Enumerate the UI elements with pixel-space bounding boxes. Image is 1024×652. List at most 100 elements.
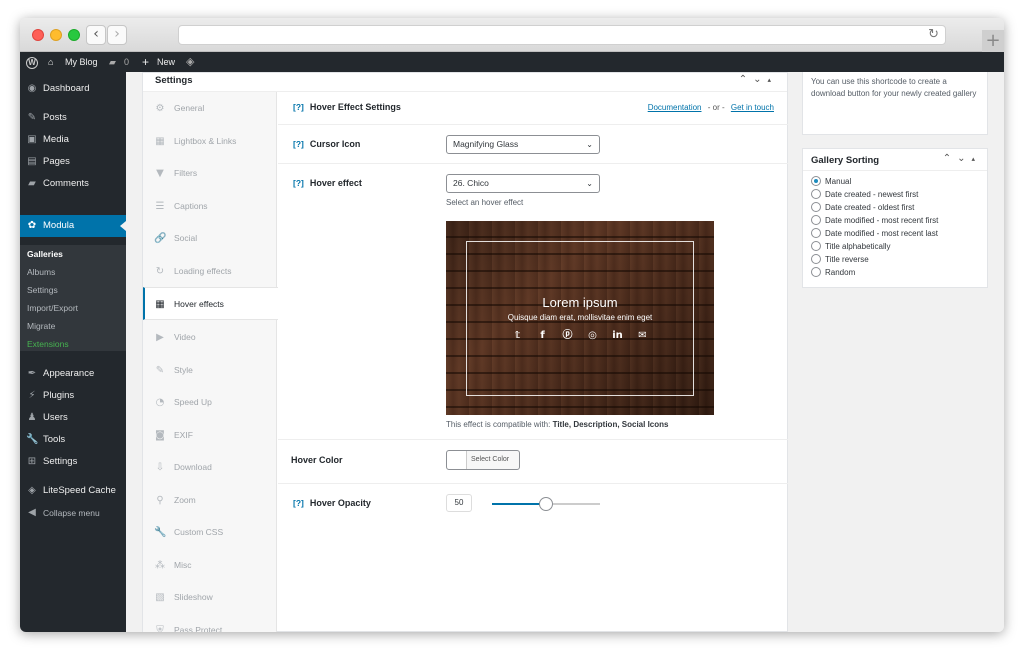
move-up-icon[interactable]: ⌃ — [943, 153, 957, 164]
tab-zoom[interactable]: ⚲ Zoom — [143, 484, 277, 517]
move-down-icon[interactable]: ⌄ — [957, 153, 971, 164]
submenu-import-export[interactable]: Import/Export — [27, 299, 78, 317]
tab-download[interactable]: ⇩ Download — [143, 451, 277, 484]
sort-option-title-alphabetically[interactable]: Title alphabetically — [811, 240, 891, 253]
speedometer-icon: ◔ — [155, 397, 165, 408]
back-button[interactable]: ‹ — [86, 25, 106, 45]
help-icon[interactable]: [?] — [293, 178, 304, 188]
cursor-icon-label: Cursor Icon — [309, 139, 361, 149]
tab-custom-css[interactable]: 🔧 Custom CSS — [143, 516, 277, 549]
sort-option-date-created-oldest[interactable]: Date created - oldest first — [811, 201, 914, 214]
link-icon: 🔗 — [154, 233, 167, 244]
sidebar-item-users[interactable]: ♟ Users — [20, 407, 126, 429]
tab-speed-up[interactable]: ◔ Speed Up — [143, 386, 277, 419]
radio[interactable] — [811, 202, 821, 212]
tab-hover-effects[interactable]: ▦ Hover effects — [143, 287, 278, 320]
submenu-albums[interactable]: Albums — [27, 263, 55, 281]
submenu-extensions[interactable]: Extensions — [27, 335, 69, 353]
tab-video[interactable]: ▶ Video — [143, 321, 277, 354]
submenu-galleries[interactable]: Galleries — [27, 245, 63, 263]
tab-style[interactable]: ✎ Style — [143, 354, 277, 387]
sort-option-manual[interactable]: Manual — [811, 175, 851, 188]
sidebar-item-modula[interactable]: ✿ Modula — [20, 215, 126, 237]
toggle-panel-icon[interactable]: ▴ — [767, 76, 777, 84]
slider-handle[interactable] — [539, 497, 553, 511]
tab-lightbox-links[interactable]: ▦ Lightbox & Links — [143, 125, 277, 158]
tab-general[interactable]: ⚙ General — [143, 92, 277, 125]
sidebar-item-dashboard[interactable]: ◉ Dashboard — [20, 78, 126, 100]
pages-icon: ▤ — [27, 156, 37, 167]
tab-pass-protect[interactable]: ⛨ Pass Protect — [143, 614, 277, 632]
hover-effect-label: Hover effect — [309, 178, 362, 188]
tab-slideshow[interactable]: ▧ Slideshow — [143, 581, 277, 614]
misc-icon: ⁂ — [155, 560, 165, 571]
zoom-window-button[interactable] — [68, 29, 80, 41]
collapse-menu-button[interactable]: ◀ Collapse menu — [20, 502, 126, 524]
sidebar-item-tools[interactable]: 🔧 Tools — [20, 429, 126, 451]
radio[interactable] — [811, 241, 821, 251]
cursor-icon-select[interactable]: Magnifying Glass ⌄ — [446, 135, 600, 154]
grid-icon: ▦ — [155, 136, 165, 147]
new-content-link[interactable]: New — [157, 52, 175, 72]
sidebar-item-posts[interactable]: ✎ Posts — [20, 107, 126, 129]
sidebar-item-appearance[interactable]: ✒ Appearance — [20, 363, 126, 385]
radio[interactable] — [811, 254, 821, 264]
close-window-button[interactable] — [32, 29, 44, 41]
wordpress-logo-icon[interactable]: W — [26, 56, 38, 69]
download-shortcode-box: You can use this shortcode to create a d… — [802, 72, 988, 135]
sidebar-item-litespeed-cache[interactable]: ◈ LiteSpeed Cache — [20, 480, 126, 502]
select-color-button[interactable]: Select Color — [446, 450, 520, 470]
sort-option-random[interactable]: Random — [811, 266, 855, 279]
tab-filters[interactable]: ▼ Filters — [143, 157, 277, 190]
radio[interactable] — [811, 267, 821, 277]
hover-opacity-slider[interactable] — [492, 497, 600, 511]
sidebar-item-media[interactable]: ▣ Media — [20, 129, 126, 151]
hover-opacity-input[interactable]: 50 — [446, 494, 472, 512]
comment-icon[interactable]: ▰ — [109, 52, 116, 72]
move-up-icon[interactable]: ⌃ — [739, 74, 753, 85]
radio[interactable] — [811, 228, 821, 238]
sort-option-date-modified-recent-last[interactable]: Date modified - most recent last — [811, 227, 938, 240]
home-icon[interactable]: ⌂ — [48, 52, 53, 72]
get-in-touch-link[interactable]: Get in touch — [731, 103, 774, 112]
help-icon[interactable]: [?] — [293, 139, 304, 149]
plus-icon[interactable]: + — [142, 52, 149, 72]
sort-option-date-modified-recent-first[interactable]: Date modified - most recent first — [811, 214, 938, 227]
move-down-icon[interactable]: ⌄ — [753, 74, 767, 85]
magnifier-icon: ⚲ — [156, 495, 164, 506]
sidebar-item-comments[interactable]: ▰ Comments — [20, 173, 126, 195]
twitter-icon: 𝕥 — [514, 330, 521, 341]
radio[interactable] — [811, 215, 821, 225]
documentation-link[interactable]: Documentation — [648, 103, 702, 112]
sidebar-item-plugins[interactable]: ⚡ Plugins — [20, 385, 126, 407]
sidebar-item-pages[interactable]: ▤ Pages — [20, 151, 126, 173]
tab-loading-effects[interactable]: ↻ Loading effects — [143, 255, 277, 288]
submenu-migrate[interactable]: Migrate — [27, 317, 55, 335]
litespeed-icon[interactable]: ◈ — [186, 52, 194, 72]
tab-social[interactable]: 🔗 Social — [143, 222, 277, 255]
help-icon[interactable]: [?] — [293, 498, 304, 508]
tab-captions[interactable]: ☰ Captions — [143, 190, 277, 223]
sort-option-title-reverse[interactable]: Title reverse — [811, 253, 869, 266]
hover-effect-select[interactable]: 26. Chico ⌄ — [446, 174, 600, 193]
submenu-settings[interactable]: Settings — [27, 281, 58, 299]
dashboard-icon: ◉ — [27, 83, 37, 94]
shortcode-description: You can use this shortcode to create a d… — [811, 77, 977, 98]
new-tab-button[interactable]: + — [982, 30, 1004, 52]
pinterest-icon: ⓟ — [562, 330, 573, 341]
site-name-link[interactable]: My Blog — [65, 52, 98, 72]
comments-count[interactable]: 0 — [124, 52, 129, 72]
toggle-panel-icon[interactable]: ▴ — [971, 155, 981, 163]
address-bar[interactable]: ↻ — [178, 25, 946, 45]
forward-button[interactable]: › — [107, 25, 127, 45]
radio[interactable] — [811, 189, 821, 199]
tab-exif[interactable]: ◙ EXIF — [143, 419, 277, 452]
gallery-sorting-box: Gallery Sorting ⌃⌄▴ Manual Date created … — [802, 148, 988, 288]
sort-option-date-created-newest[interactable]: Date created - newest first — [811, 188, 918, 201]
reload-icon[interactable]: ↻ — [928, 27, 939, 42]
minimize-window-button[interactable] — [50, 29, 62, 41]
help-icon[interactable]: [?] — [293, 102, 304, 112]
tab-misc[interactable]: ⁂ Misc — [143, 549, 277, 582]
sidebar-item-settings[interactable]: ⊞ Settings — [20, 451, 126, 473]
radio-selected[interactable] — [811, 176, 821, 186]
